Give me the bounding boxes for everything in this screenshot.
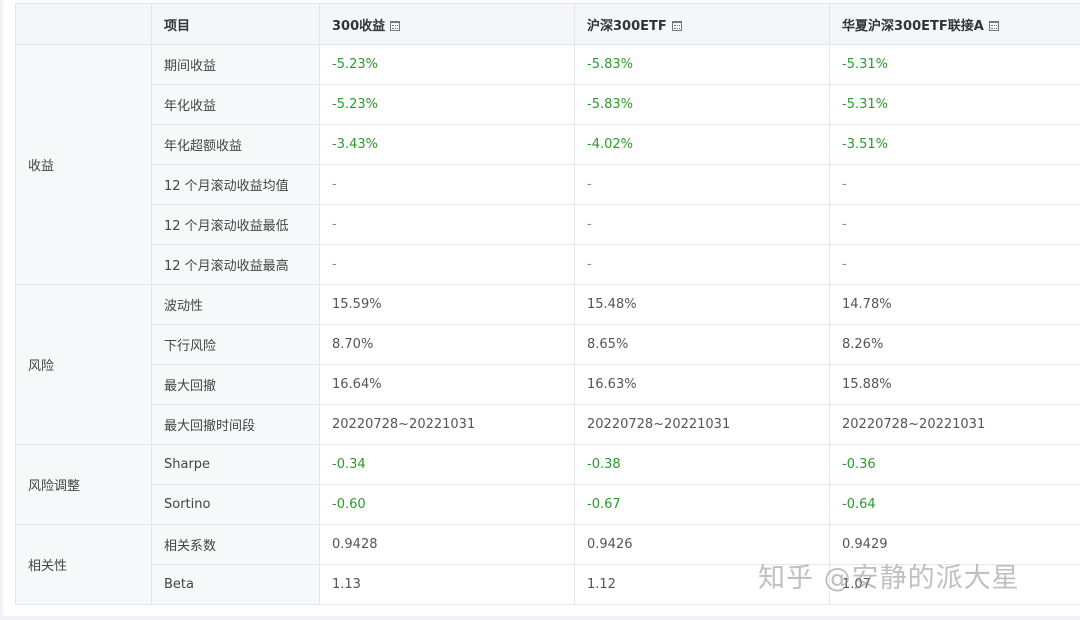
row-label: Sortino <box>151 484 320 525</box>
results-card: 项目 300收益 沪深300ETF 华夏沪深300ETF联接A 收益 期间收益 … <box>3 0 1080 616</box>
row-label: 12 个月滚动收益最低 <box>151 204 320 245</box>
cell-col-b: - <box>574 164 830 205</box>
cell-col-c: 15.88% <box>829 364 1080 405</box>
table-row: 收益 期间收益 -5.23% -5.83% -5.31% <box>15 44 1080 285</box>
table-row: 下行风险 8.70% 8.65% 8.26% <box>16 324 1080 365</box>
header-category <box>15 3 152 45</box>
cell-col-a: 0.9428 <box>319 524 575 565</box>
cell-col-a: 15.59% <box>319 284 575 325</box>
header-col-b[interactable]: 沪深300ETF <box>574 3 830 45</box>
cell-col-a: -0.60 <box>319 484 575 525</box>
header-row: 项目 300收益 沪深300ETF 华夏沪深300ETF联接A <box>15 3 1080 45</box>
row-label: 年化超额收益 <box>151 124 320 165</box>
cell-col-c: - <box>829 244 1080 285</box>
calendar-icon[interactable] <box>390 20 401 31</box>
cell-col-c: 20220728~20221031 <box>829 404 1080 445</box>
cell-col-b: 20220728~20221031 <box>574 404 830 445</box>
row-label: Sharpe <box>151 444 320 485</box>
cell-col-b: - <box>574 244 830 285</box>
header-col-c[interactable]: 华夏沪深300ETF联接A <box>829 3 1080 45</box>
category-returns: 收益 <box>15 44 152 285</box>
cell-col-c: -0.64 <box>829 484 1080 525</box>
table-row: 年化收益 -5.23% -5.83% -5.31% <box>16 84 1080 125</box>
cell-col-a: - <box>319 164 575 205</box>
cell-col-c: -5.31% <box>829 84 1080 125</box>
cell-col-c: -5.31% <box>829 44 1080 85</box>
cell-col-a: 20220728~20221031 <box>319 404 575 445</box>
header-item: 项目 <box>151 3 320 45</box>
cell-col-a: - <box>319 204 575 245</box>
cell-col-b: 16.63% <box>574 364 830 405</box>
table-row: 12 个月滚动收益最低 - - - <box>16 204 1080 245</box>
cell-col-a: - <box>319 244 575 285</box>
category-risk: 风险 <box>15 284 152 445</box>
cell-col-a: 16.64% <box>319 364 575 405</box>
cell-col-b: -5.83% <box>574 44 830 85</box>
row-label: Beta <box>151 564 320 605</box>
row-label: 年化收益 <box>151 84 320 125</box>
header-col-a[interactable]: 300收益 <box>319 3 575 45</box>
row-label: 下行风险 <box>151 324 320 365</box>
table-row: 12 个月滚动收益均值 - - - <box>16 164 1080 205</box>
cell-col-b: 8.65% <box>574 324 830 365</box>
row-label: 相关系数 <box>151 524 320 565</box>
cell-col-b: -0.67 <box>574 484 830 525</box>
table-row: 最大回撤时间段 20220728~20221031 20220728~20221… <box>16 404 1080 445</box>
cell-col-b: 15.48% <box>574 284 830 325</box>
category-correlation: 相关性 <box>15 524 152 605</box>
cell-col-b: - <box>574 204 830 245</box>
table-row: 12 个月滚动收益最高 - - - <box>16 244 1080 285</box>
cell-col-c: - <box>829 204 1080 245</box>
watermark: 知乎 @安静的派大星 <box>758 563 1020 594</box>
cell-col-c: 14.78% <box>829 284 1080 325</box>
row-label: 最大回撤 <box>151 364 320 405</box>
cell-col-c: 8.26% <box>829 324 1080 365</box>
cell-col-a: 8.70% <box>319 324 575 365</box>
row-label: 12 个月滚动收益最高 <box>151 244 320 285</box>
cell-col-a: -3.43% <box>319 124 575 165</box>
table-row: Sortino -0.60 -0.67 -0.64 <box>16 484 1080 525</box>
cell-col-a: -5.23% <box>319 84 575 125</box>
table-row: 风险 波动性 15.59% 15.48% 14.78% <box>15 284 1080 445</box>
row-label: 期间收益 <box>151 44 320 85</box>
table-row: 风险调整 Sharpe -0.34 -0.38 -0.36 <box>15 444 1080 525</box>
cell-col-b: -4.02% <box>574 124 830 165</box>
table-row: 最大回撤 16.64% 16.63% 15.88% <box>16 364 1080 405</box>
row-label: 波动性 <box>151 284 320 325</box>
calendar-icon[interactable] <box>671 20 682 31</box>
cell-col-a: -5.23% <box>319 44 575 85</box>
row-label: 最大回撤时间段 <box>151 404 320 445</box>
calendar-icon[interactable] <box>988 20 999 31</box>
cell-col-c: -3.51% <box>829 124 1080 165</box>
cell-col-c: - <box>829 164 1080 205</box>
row-label: 12 个月滚动收益均值 <box>151 164 320 205</box>
table-row: 年化超额收益 -3.43% -4.02% -3.51% <box>16 124 1080 165</box>
cell-col-b: -0.38 <box>574 444 830 485</box>
cell-col-b: -5.83% <box>574 84 830 125</box>
category-risk-adjusted: 风险调整 <box>15 444 152 525</box>
comparison-table: 项目 300收益 沪深300ETF 华夏沪深300ETF联接A 收益 期间收益 … <box>15 3 1080 605</box>
cell-col-a: 1.13 <box>319 564 575 605</box>
cell-col-a: -0.34 <box>319 444 575 485</box>
cell-col-c: -0.36 <box>829 444 1080 485</box>
